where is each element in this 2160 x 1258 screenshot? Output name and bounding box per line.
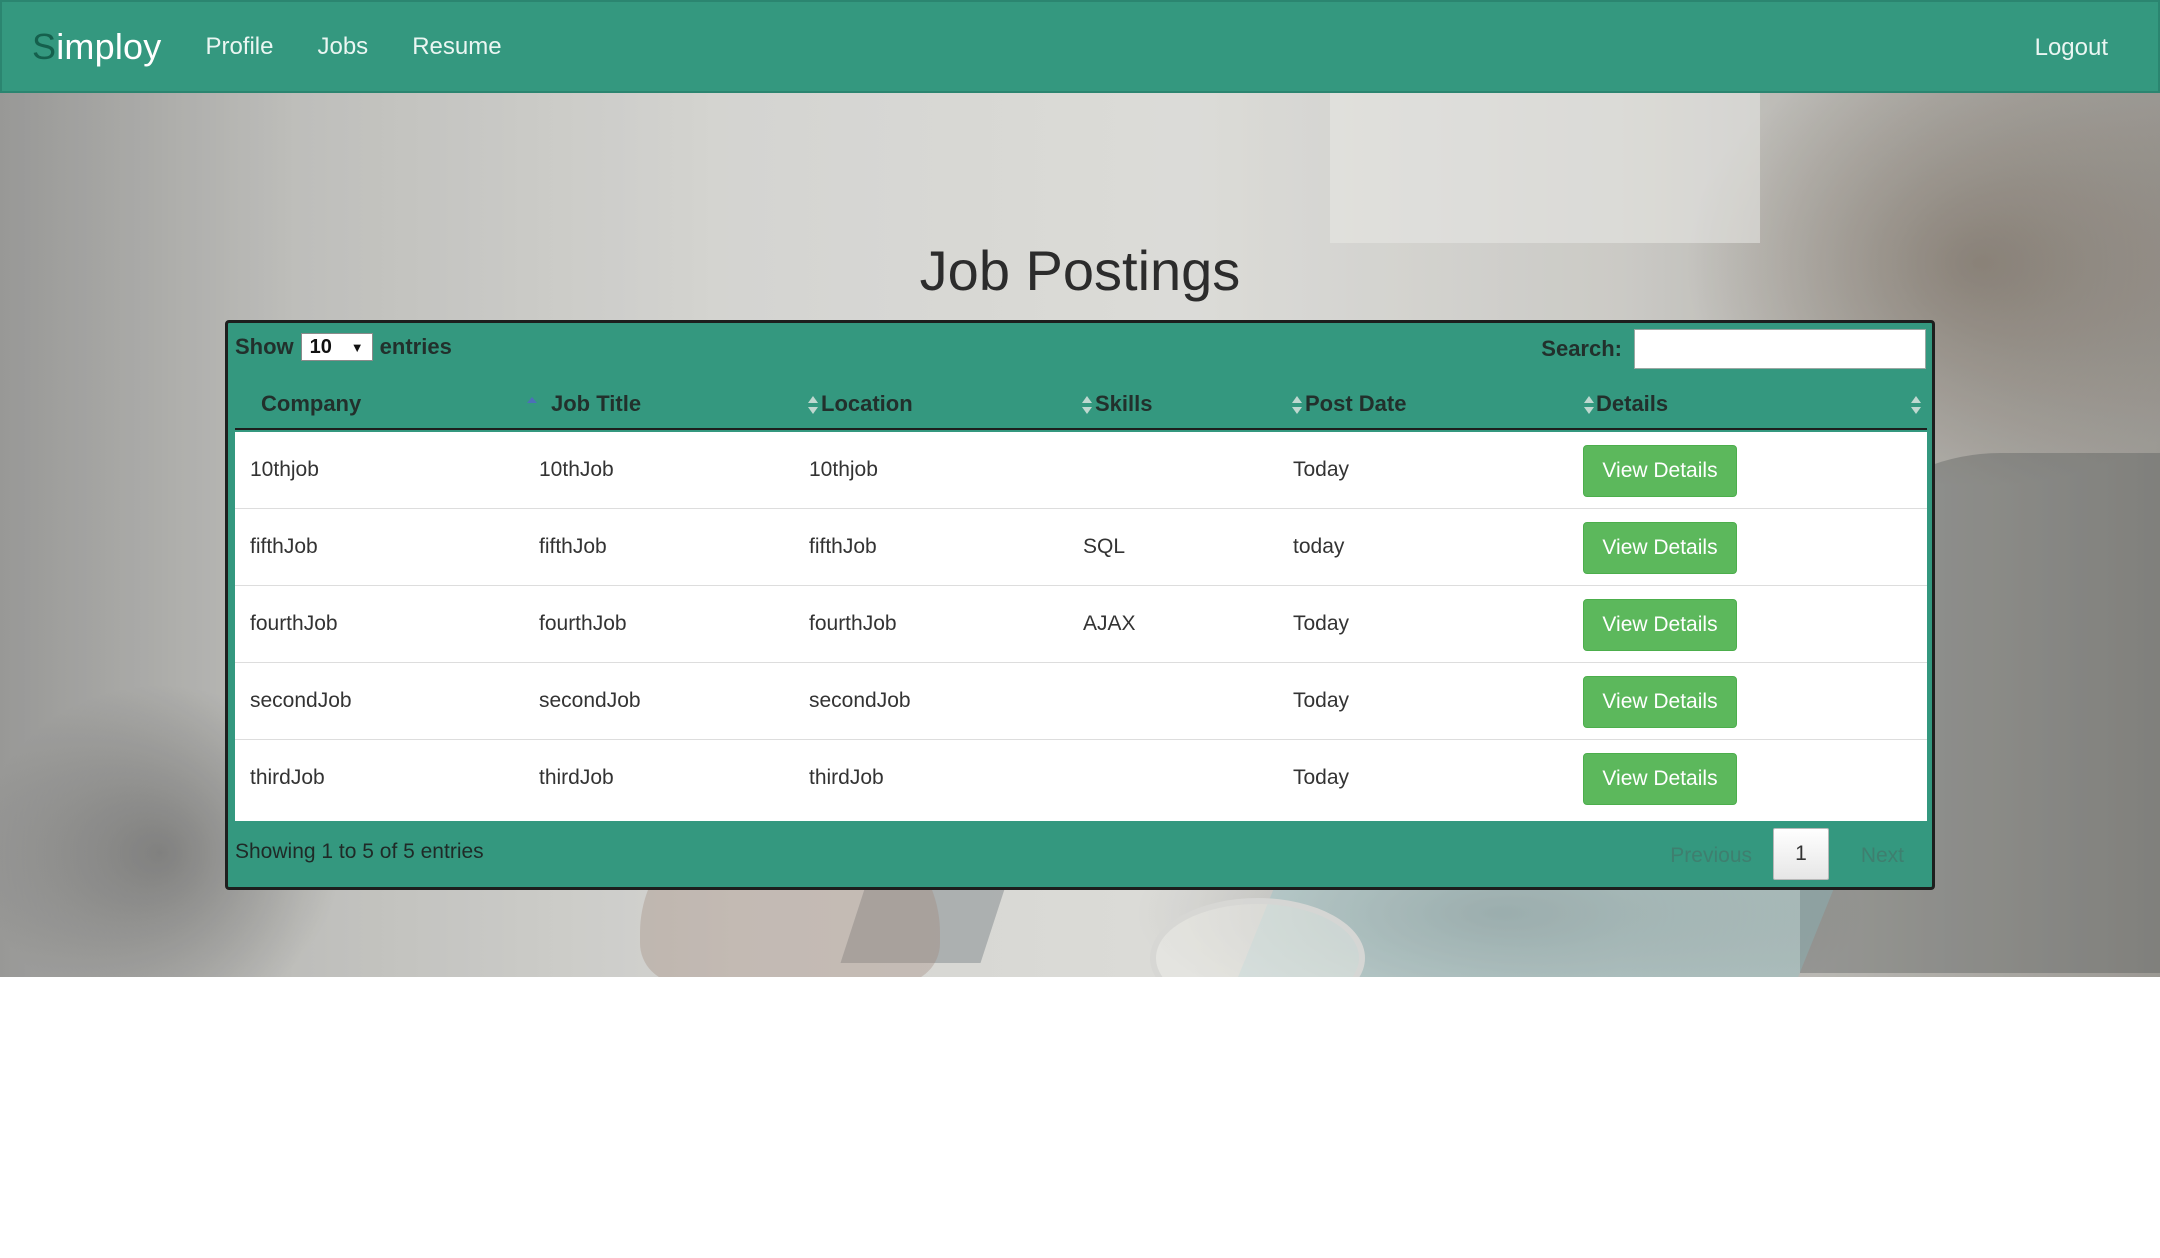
- cell-skills: SQL: [1083, 535, 1126, 558]
- column-header-label: Company: [261, 391, 362, 416]
- search-input[interactable]: [1634, 329, 1926, 369]
- column-header-post-date[interactable]: Post Date: [1305, 378, 1597, 430]
- table-row: thirdJob thirdJob thirdJob Today View De…: [235, 740, 1927, 817]
- cell-post-date: Today: [1293, 689, 1350, 712]
- view-details-button[interactable]: View Details: [1583, 445, 1737, 497]
- show-label: Show: [235, 334, 294, 359]
- top-navbar: Simploy Profile Jobs Resume Logout: [0, 0, 2160, 93]
- column-header-job-title[interactable]: Job Title: [551, 378, 821, 430]
- cell-location: 10thjob: [809, 458, 878, 481]
- entries-length-select[interactable]: 10 ▼: [300, 333, 373, 361]
- cell-company: thirdJob: [250, 766, 325, 789]
- cell-job-title: 10thJob: [539, 458, 614, 481]
- table-row: secondJob secondJob secondJob Today View…: [235, 663, 1927, 740]
- sort-both-icon: [1911, 396, 1921, 414]
- job-postings-table-card: Show 10 ▼ entries Search: Company Job Ti…: [225, 320, 1935, 890]
- table-row: 10thjob 10thJob 10thjob Today View Detai…: [235, 432, 1927, 509]
- cell-post-date: Today: [1293, 766, 1350, 789]
- nav-link-logout[interactable]: Logout: [2035, 34, 2108, 62]
- sort-both-icon: [1292, 396, 1302, 414]
- search-label: Search:: [1541, 336, 1622, 361]
- table-row: fifthJob fifthJob fifthJob SQL today Vie…: [235, 509, 1927, 586]
- entries-length-value: 10: [309, 335, 332, 358]
- table-body: 10thjob 10thJob 10thjob Today View Detai…: [235, 432, 1927, 821]
- hero-background-image: Job Postings Show 10 ▼ entries Search: C…: [0, 93, 2160, 977]
- brand-first-letter: S: [32, 25, 57, 67]
- nav-link-profile[interactable]: Profile: [205, 33, 273, 61]
- column-header-location[interactable]: Location: [821, 378, 1095, 430]
- cell-skills: AJAX: [1083, 612, 1136, 635]
- column-header-label: Skills: [1095, 391, 1153, 416]
- brand-name: imploy: [56, 25, 162, 67]
- cell-post-date: Today: [1293, 458, 1350, 481]
- brand-logo-link[interactable]: Simploy: [32, 26, 161, 68]
- cell-company: fifthJob: [250, 535, 318, 558]
- pagination-next-button[interactable]: Next: [1861, 844, 1904, 868]
- view-details-button[interactable]: View Details: [1583, 522, 1737, 574]
- pagination-page-1-button[interactable]: 1: [1773, 828, 1829, 880]
- table-search: Search:: [1541, 329, 1926, 369]
- view-details-button[interactable]: View Details: [1583, 753, 1737, 805]
- cell-post-date: today: [1293, 535, 1345, 558]
- cell-job-title: fifthJob: [539, 535, 607, 558]
- sort-both-icon: [1584, 396, 1594, 414]
- pagination-previous-button[interactable]: Previous: [1670, 844, 1752, 868]
- column-header-label: Post Date: [1305, 391, 1407, 416]
- entries-length-control: Show 10 ▼ entries: [235, 333, 452, 361]
- column-header-details[interactable]: Details: [1596, 378, 1927, 430]
- sort-ascending-icon: [527, 397, 537, 403]
- cell-job-title: thirdJob: [539, 766, 614, 789]
- nav-link-jobs[interactable]: Jobs: [317, 33, 368, 61]
- column-header-skills[interactable]: Skills: [1095, 378, 1305, 430]
- cell-company: fourthJob: [250, 612, 338, 635]
- cell-location: fourthJob: [809, 612, 897, 635]
- table-row: fourthJob fourthJob fourthJob AJAX Today…: [235, 586, 1927, 663]
- cell-location: thirdJob: [809, 766, 884, 789]
- table-header-row: Company Job Title Location Skills Post D…: [235, 378, 1927, 430]
- table-info-text: Showing 1 to 5 of 5 entries: [235, 840, 484, 863]
- cell-company: secondJob: [250, 689, 352, 712]
- cell-job-title: fourthJob: [539, 612, 627, 635]
- nav-link-resume[interactable]: Resume: [412, 33, 501, 61]
- cell-job-title: secondJob: [539, 689, 641, 712]
- cell-post-date: Today: [1293, 612, 1350, 635]
- column-header-label: Job Title: [551, 391, 642, 416]
- page-title: Job Postings: [919, 239, 1241, 302]
- view-details-button[interactable]: View Details: [1583, 676, 1737, 728]
- column-header-company[interactable]: Company: [261, 378, 541, 430]
- column-header-label: Details: [1596, 391, 1669, 416]
- cell-company: 10thjob: [250, 458, 319, 481]
- column-header-label: Location: [821, 391, 913, 416]
- cell-location: fifthJob: [809, 535, 877, 558]
- chevron-down-icon: ▼: [350, 339, 364, 355]
- entries-label: entries: [379, 334, 452, 359]
- view-details-button[interactable]: View Details: [1583, 599, 1737, 651]
- sort-both-icon: [1082, 396, 1092, 414]
- cell-location: secondJob: [809, 689, 911, 712]
- sort-both-icon: [808, 396, 818, 414]
